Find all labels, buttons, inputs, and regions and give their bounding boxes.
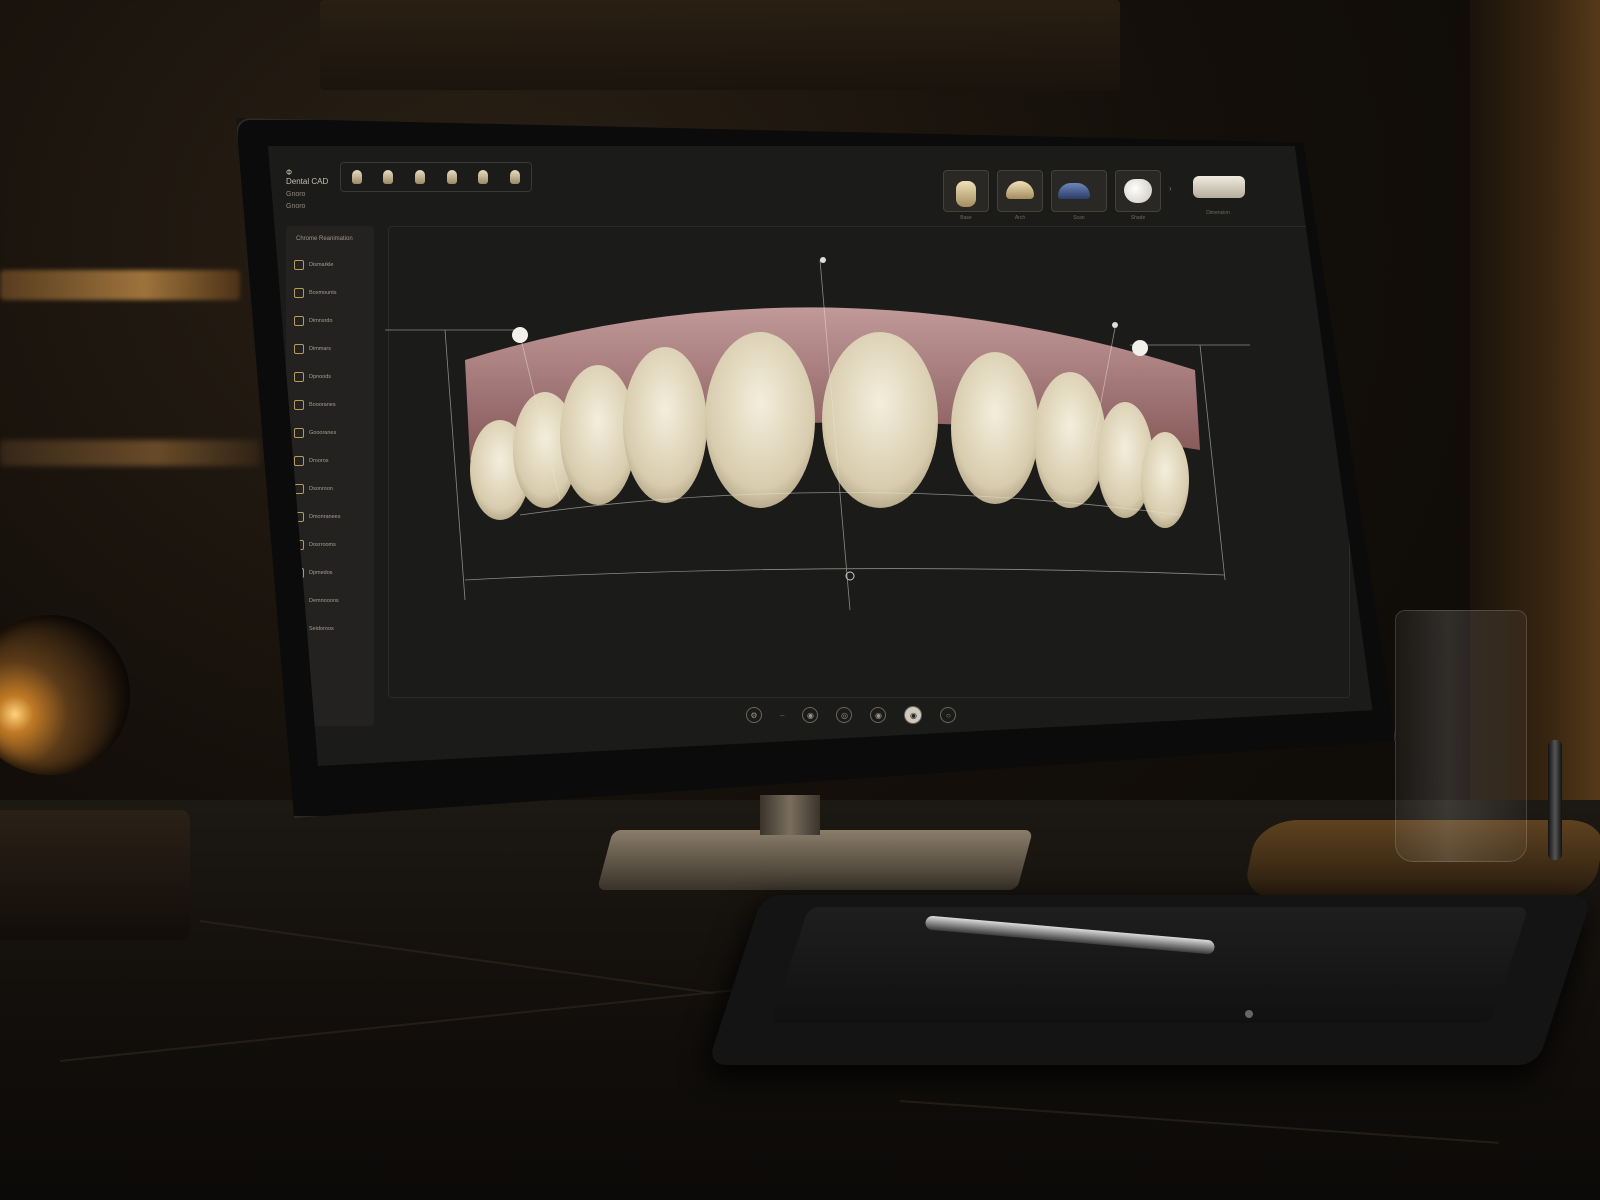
tooth: [623, 347, 707, 503]
control-handle: [512, 327, 528, 343]
tooth: [705, 332, 815, 508]
dental-arch-model[interactable]: [0, 0, 1600, 1200]
control-handle: [1132, 340, 1148, 356]
tooth: [1141, 432, 1189, 528]
control-point: [1112, 322, 1118, 328]
tooth: [1034, 372, 1106, 508]
tooth: [951, 352, 1039, 504]
control-point: [820, 257, 826, 263]
tooth: [822, 332, 938, 508]
